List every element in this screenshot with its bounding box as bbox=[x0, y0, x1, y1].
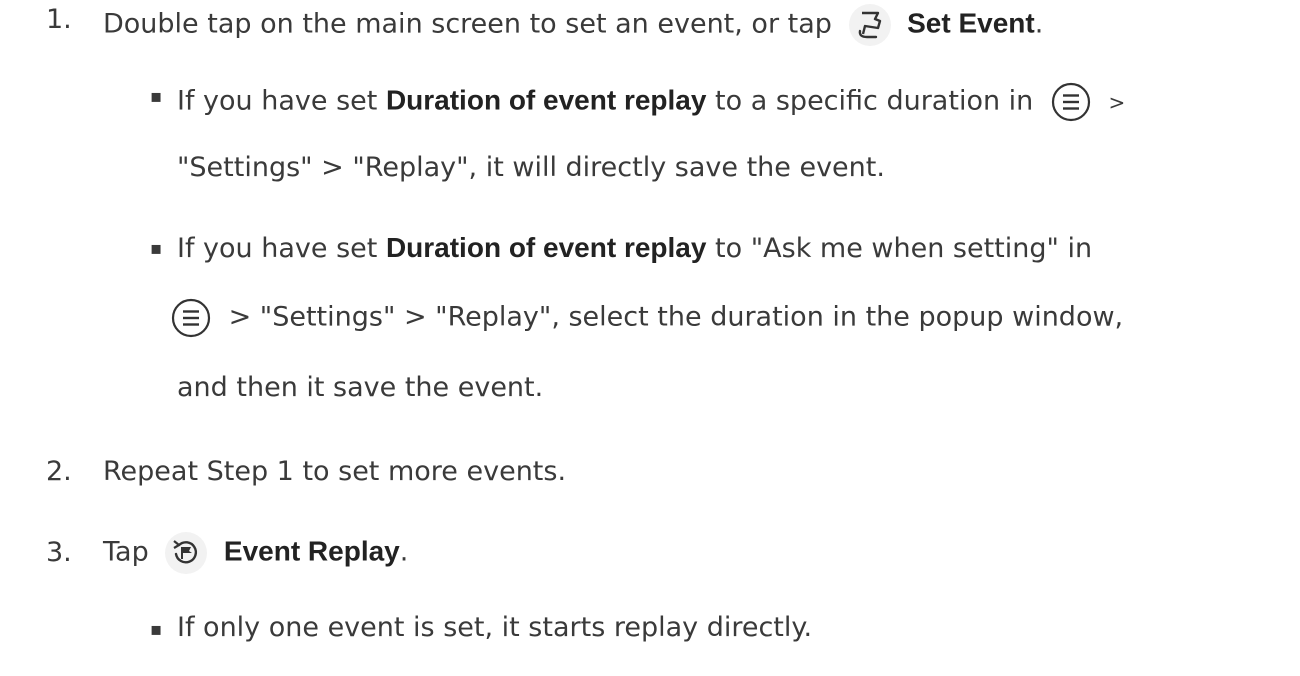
event-replay-label: Event Replay bbox=[223, 535, 400, 567]
bullet-line-3: and then it save the event. bbox=[177, 372, 544, 403]
step-number: 1. bbox=[46, 4, 72, 35]
bullet-line: If only one event is set, it starts repl… bbox=[177, 612, 813, 643]
bullet-text: to "Ask me when setting" in bbox=[715, 233, 1093, 264]
bullet-line: If you have set Duration of event replay… bbox=[177, 81, 1125, 123]
bullet-text: > "Settings" > "Replay", select the dura… bbox=[228, 301, 1124, 333]
set-event-label: Set Event bbox=[907, 7, 1035, 39]
duration-of-event-replay-label: Duration of event replay bbox=[385, 84, 707, 116]
menu-icon bbox=[170, 297, 212, 339]
duration-of-event-replay-label: Duration of event replay bbox=[385, 232, 707, 263]
step-text: Repeat Step 1 to set more events. bbox=[103, 456, 567, 487]
step-text-before: Tap bbox=[103, 536, 149, 568]
event-replay-icon bbox=[165, 532, 208, 574]
flag-icon bbox=[848, 4, 891, 46]
bullet-marker: ▪ bbox=[150, 619, 163, 640]
bullet-line-2: > "Settings" > "Replay", select the dura… bbox=[170, 297, 1123, 339]
step-number: 2. bbox=[46, 456, 72, 487]
step-text-before: Double tap on the main screen to set an … bbox=[103, 8, 832, 40]
bullet-line: If you have set Duration of event replay… bbox=[177, 232, 1092, 264]
punctuation: . bbox=[399, 536, 409, 568]
bullet-marker: ▪ bbox=[150, 86, 163, 107]
step-text: Tap Event Replay. bbox=[103, 532, 408, 574]
menu-icon bbox=[1050, 81, 1092, 123]
step-text: Double tap on the main screen to set an … bbox=[103, 4, 1043, 46]
bullet-text: > bbox=[1108, 90, 1126, 115]
bullet-text: If you have set bbox=[177, 85, 378, 117]
bullet-line-2: "Settings" > "Replay", it will directly … bbox=[177, 152, 885, 183]
step-number: 3. bbox=[46, 537, 72, 568]
punctuation: . bbox=[1034, 8, 1044, 40]
bullet-text: If you have set bbox=[177, 233, 378, 264]
bullet-text: to a specific duration in bbox=[715, 85, 1034, 117]
bullet-marker: ▪ bbox=[150, 238, 163, 259]
